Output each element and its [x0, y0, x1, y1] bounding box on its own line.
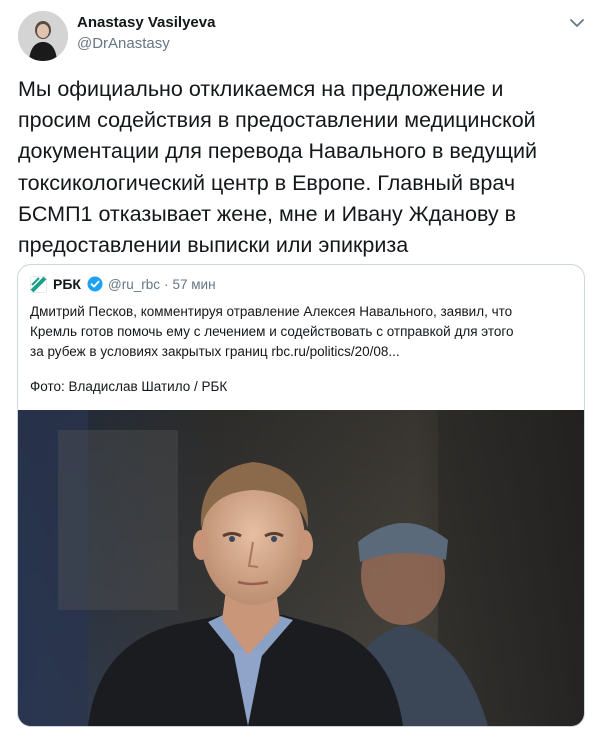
author-name[interactable]: Anastasy Vasilyeva [77, 14, 215, 31]
quoted-text: Дмитрий Песков, комментируя отравление А… [30, 304, 514, 359]
quoted-author-name: РБК [53, 276, 81, 292]
quoted-photo[interactable] [18, 410, 584, 726]
author-handle[interactable]: @DrAnastasy [77, 35, 170, 52]
quoted-meta: @ru_rbc · 57 мин [108, 277, 220, 292]
author-avatar[interactable] [18, 11, 68, 61]
photo-caption: Фото: Владислав Шатило / РБК [30, 379, 228, 394]
navalny-photo [18, 410, 584, 726]
tweet-text: Мы официально откликаемся на предложение… [18, 77, 538, 258]
quoted-author-handle: @ru_rbc [108, 277, 160, 292]
verified-badge-icon [87, 276, 103, 292]
quoted-time[interactable]: 57 мин [172, 277, 215, 292]
chevron-down-icon [570, 19, 584, 27]
tweet-menu-button[interactable] [566, 14, 588, 32]
avatar-photo [18, 11, 68, 61]
meta-separator: · [163, 277, 169, 292]
rbc-logo-icon [30, 276, 47, 293]
tweet-card: Anastasy Vasilyeva @DrAnastasy Мы официа… [0, 0, 605, 744]
quoted-tweet[interactable]: РБК @ru_rbc · 57 мин Дмитрий Песков, комме… [17, 264, 585, 727]
